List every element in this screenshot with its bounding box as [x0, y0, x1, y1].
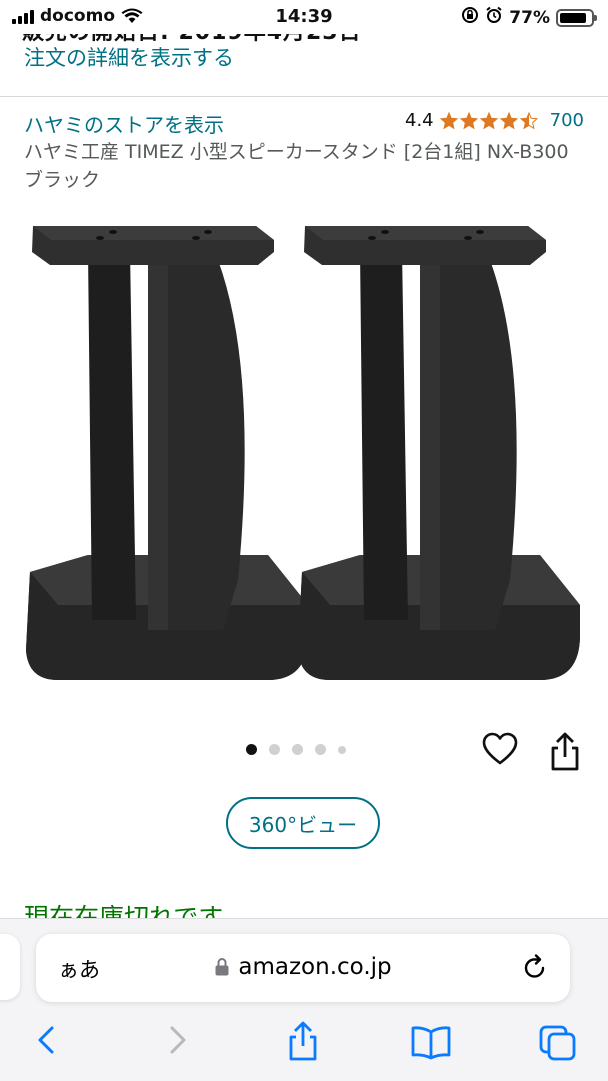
reload-icon[interactable]: [522, 953, 548, 985]
address-bar[interactable]: ぁあ amazon.co.jp: [36, 934, 570, 1002]
carousel-dot[interactable]: [338, 745, 346, 754]
alarm-icon: [485, 6, 503, 29]
carousel-dot[interactable]: [292, 744, 303, 755]
product-title: ハヤミ工産 TIMEZ 小型スピーカースタンド [2台1組] NX-B300 ブ…: [24, 141, 569, 191]
chevron-right-icon: [170, 1026, 186, 1054]
speaker-stand-right: [298, 226, 580, 680]
carousel-dot[interactable]: [315, 744, 326, 755]
rating-count[interactable]: 700: [550, 110, 584, 131]
order-details-link[interactable]: 注文の詳細を表示する: [24, 42, 234, 72]
carousel-dot[interactable]: [269, 744, 280, 755]
stars-icon: [440, 112, 538, 129]
lock-icon: [215, 958, 229, 976]
previous-tab-preview[interactable]: [0, 934, 20, 1000]
product-image[interactable]: [18, 210, 590, 710]
share-icon: [289, 1021, 317, 1061]
battery-percent: 77%: [509, 7, 550, 28]
browser-toolbar: [0, 1020, 608, 1070]
status-bar: docomo 14:39 77%: [0, 0, 608, 34]
tabs-button[interactable]: [538, 1024, 578, 1066]
url-text: amazon.co.jp: [238, 954, 392, 980]
tabs-icon: [539, 1025, 576, 1061]
star-rating: [440, 112, 540, 130]
share-icon[interactable]: [548, 732, 582, 776]
rating-summary[interactable]: 4.4 700: [405, 110, 584, 131]
store-link[interactable]: ハヤミのストアを表示: [24, 109, 224, 138]
back-button[interactable]: [34, 1020, 58, 1064]
divider: [0, 96, 608, 97]
rating-value: 4.4: [405, 110, 434, 131]
bookmarks-button[interactable]: [410, 1024, 452, 1064]
chevron-left-icon: [38, 1026, 54, 1054]
book-icon: [411, 1026, 451, 1060]
view-360-button[interactable]: 360°ビュー: [226, 797, 380, 849]
battery-icon: [556, 8, 597, 27]
orientation-lock-icon: [461, 6, 479, 29]
forward-button[interactable]: [166, 1020, 190, 1064]
carousel-dots[interactable]: [246, 744, 346, 755]
browser-share-button[interactable]: [286, 1020, 320, 1066]
carousel-dot[interactable]: [246, 744, 257, 755]
heart-icon[interactable]: [482, 732, 518, 770]
url-display[interactable]: amazon.co.jp: [36, 954, 570, 980]
status-right: 77%: [461, 6, 597, 29]
speaker-stand-left: [26, 226, 308, 680]
